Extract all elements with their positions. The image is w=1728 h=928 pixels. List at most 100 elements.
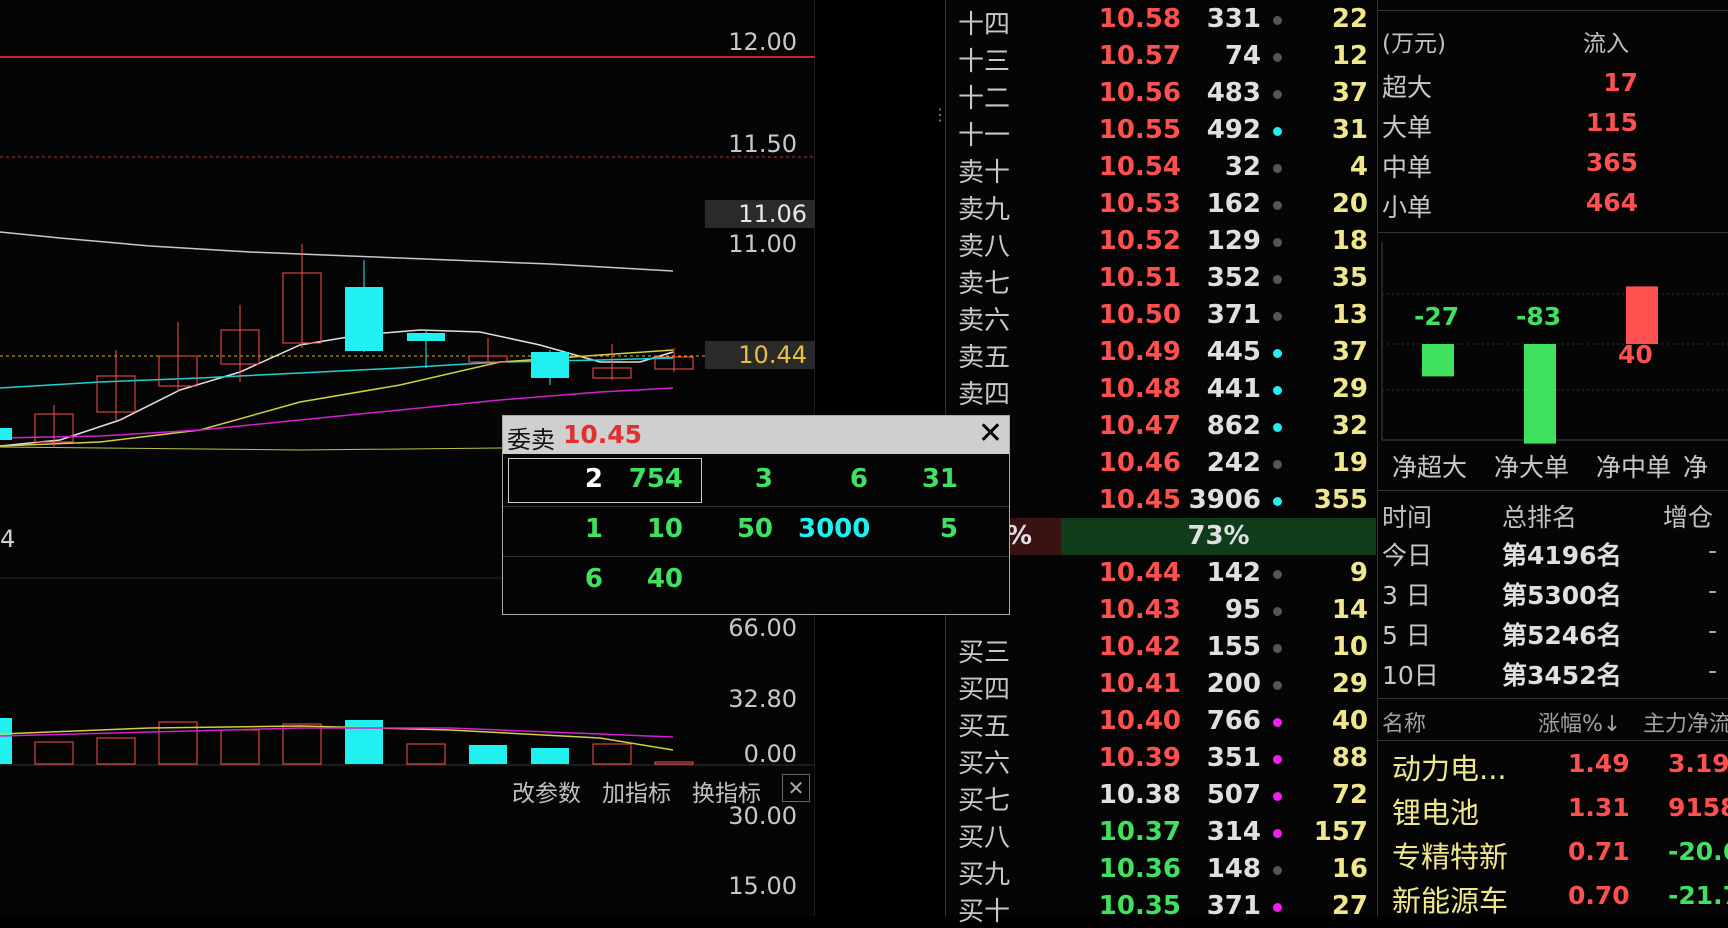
volume-bar xyxy=(96,737,136,765)
order-dot-icon xyxy=(1273,497,1282,506)
sector-name[interactable]: 动力电... xyxy=(1392,746,1507,788)
order-book-row[interactable]: 卖六 10.50 371 13 xyxy=(946,298,1376,336)
level-label: 买十 xyxy=(958,897,1011,927)
queue-order-size[interactable]: 6 xyxy=(533,564,603,594)
crosshair-price-box: 11.06 xyxy=(705,200,815,228)
divider xyxy=(1378,490,1728,491)
order-dot-icon xyxy=(1273,644,1282,653)
level-count: 88 xyxy=(1331,743,1368,773)
volume-bar xyxy=(34,741,74,765)
sector-header[interactable]: 名称 xyxy=(1382,706,1426,738)
close-indicator-icon[interactable]: ✕ xyxy=(782,774,810,802)
level-label: 十四 xyxy=(958,10,1011,40)
order-book-row[interactable]: 买六 10.39 351 88 xyxy=(946,741,1376,779)
level-count: 9 xyxy=(1349,558,1368,588)
level-volume: 441 xyxy=(1206,374,1261,404)
queue-order-size[interactable]: 40 xyxy=(613,564,683,594)
order-book-row[interactable]: 10.44 142 9 xyxy=(946,556,1376,593)
order-book-row[interactable]: 十二 10.56 483 37 xyxy=(946,76,1376,114)
flow-value: 115 xyxy=(1585,108,1638,137)
order-book-row[interactable]: 十四 10.58 331 22 xyxy=(946,2,1376,40)
current-price-box: 10.44 xyxy=(705,341,815,369)
queue-order-size[interactable]: 10 xyxy=(613,514,683,544)
order-dot-icon xyxy=(1273,16,1282,25)
switch-indicator-button[interactable]: 换指标 xyxy=(692,774,761,808)
level-label: 买七 xyxy=(958,786,1011,816)
sector-net: 3.19 xyxy=(1668,749,1728,778)
queue-order-size[interactable]: 754 xyxy=(613,464,683,494)
net-flow-value: -27 xyxy=(1414,302,1460,331)
level-label: 卖七 xyxy=(958,269,1011,299)
order-book-row[interactable]: 10.47 862 32 xyxy=(946,409,1376,446)
level-count: 4 xyxy=(1349,152,1368,182)
queue-order-size[interactable]: 2 xyxy=(533,464,603,494)
volume-bar xyxy=(469,745,507,764)
order-book-row[interactable]: 买三 10.42 155 10 xyxy=(946,630,1376,668)
order-book-row[interactable]: 卖九 10.53 162 20 xyxy=(946,187,1376,225)
order-book-row[interactable]: 卖八 10.52 129 18 xyxy=(946,224,1376,262)
level-count: 20 xyxy=(1331,189,1368,219)
flow-label: 小单 xyxy=(1382,193,1433,222)
order-book-row[interactable]: 买九 10.36 148 16 xyxy=(946,852,1376,890)
queue-order-size[interactable]: 50 xyxy=(703,514,773,544)
flow-label: 超大 xyxy=(1382,73,1433,102)
order-book-row[interactable]: 10.45 3906 355 xyxy=(946,483,1376,520)
fund-flow-panel: (万元) 流入 超大 17 大单 115 中单 365 小单 464 -27 净超… xyxy=(1377,0,1728,918)
level-label: 卖八 xyxy=(958,232,1011,262)
sector-name[interactable]: 新能源车 xyxy=(1392,878,1508,920)
queue-order-size[interactable]: 31 xyxy=(888,464,958,494)
order-book-row[interactable]: 买八 10.37 314 157 xyxy=(946,815,1376,853)
level-count: 72 xyxy=(1331,780,1368,810)
flow-label: 大单 xyxy=(1382,113,1433,142)
partial-indicator-text: 4 xyxy=(0,525,16,553)
order-book-row[interactable]: 卖十 10.54 32 4 xyxy=(946,150,1376,188)
popup-header[interactable]: 委卖 10.45 ✕ xyxy=(503,416,1009,454)
order-book-row[interactable]: 买五 10.40 766 40 xyxy=(946,704,1376,742)
level-price: 10.57 xyxy=(1098,41,1181,71)
order-book-row[interactable]: 十一 10.55 492 31 xyxy=(946,113,1376,151)
level-volume: 242 xyxy=(1206,448,1261,478)
level-volume: 492 xyxy=(1206,115,1261,145)
queue-order-size[interactable]: 1 xyxy=(533,514,603,544)
order-book-row[interactable]: 买四 10.41 200 29 xyxy=(946,667,1376,705)
y-axis-label: 11.00 xyxy=(728,230,797,258)
close-icon[interactable]: ✕ xyxy=(978,416,1003,451)
order-book-row[interactable]: 10.46 242 19 xyxy=(946,446,1376,483)
queue-order-size[interactable]: 6 xyxy=(798,464,868,494)
level-label: 买九 xyxy=(958,860,1011,890)
order-queue-popup[interactable]: 委卖 10.45 ✕ 2 754 3 6 31 1 10 50 3000 5 6 40 xyxy=(502,415,1010,615)
order-book-row[interactable]: 买七 10.38 507 72 xyxy=(946,778,1376,816)
edit-params-button[interactable]: 改参数 xyxy=(512,774,581,808)
rank-change-dash: - xyxy=(1708,656,1718,685)
net-flow-bar xyxy=(1626,286,1658,344)
queue-order-size[interactable]: 5 xyxy=(888,514,958,544)
order-dot-icon xyxy=(1273,570,1282,579)
order-dot-icon xyxy=(1273,349,1282,358)
sector-header[interactable]: 主力净流 xyxy=(1643,706,1728,738)
order-book-row[interactable]: 卖七 10.51 352 35 xyxy=(946,261,1376,299)
order-book-row[interactable]: 卖四 10.48 441 29 xyxy=(946,372,1376,410)
level-volume: 371 xyxy=(1206,300,1261,330)
level-count: 18 xyxy=(1331,226,1368,256)
sector-net: -21.7 xyxy=(1668,881,1728,910)
queue-order-size[interactable]: 3000 xyxy=(798,514,870,544)
queue-order-size[interactable]: 3 xyxy=(703,464,773,494)
sector-name[interactable]: 锂电池 xyxy=(1392,790,1479,832)
order-book-row[interactable]: 十三 10.57 74 12 xyxy=(946,39,1376,77)
add-indicator-button[interactable]: 加指标 xyxy=(602,774,671,808)
sector-header[interactable]: 涨幅%↓ xyxy=(1538,706,1621,738)
order-book-row[interactable]: 卖五 10.49 445 37 xyxy=(946,335,1376,373)
level-price: 10.36 xyxy=(1098,854,1181,884)
level-price: 10.38 xyxy=(1098,780,1181,810)
order-book-row[interactable]: 10.43 95 14 xyxy=(946,593,1376,630)
level-label: 卖十 xyxy=(958,158,1011,188)
level-volume: 74 xyxy=(1224,41,1261,71)
rank-period: 10日 xyxy=(1382,661,1439,690)
rank-change-dash: - xyxy=(1708,576,1718,605)
sector-name[interactable]: 专精特新 xyxy=(1392,834,1508,876)
order-dot-icon xyxy=(1273,792,1282,801)
level-volume: 200 xyxy=(1206,669,1261,699)
flow-label: 中单 xyxy=(1382,153,1433,182)
order-dot-icon xyxy=(1273,90,1282,99)
order-book-row[interactable]: 买十 10.35 371 27 xyxy=(946,889,1376,927)
